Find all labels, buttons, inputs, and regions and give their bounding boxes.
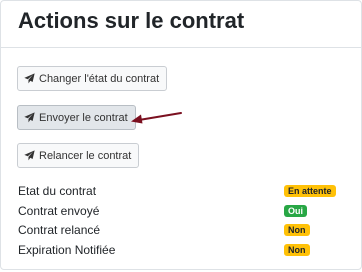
remind-contract-button[interactable]: Relancer le contrat [17, 143, 140, 168]
status-label: Contrat envoyé [18, 203, 100, 218]
paper-plane-icon [24, 112, 35, 123]
status-badge: Non [284, 224, 310, 236]
send-contract-button[interactable]: Envoyer le contrat [17, 105, 136, 130]
annotation-arrow-icon [131, 112, 182, 124]
status-badge: Oui [284, 204, 307, 217]
send-contract-label: Envoyer le contrat [39, 111, 128, 124]
card-header: Actions sur le contrat [1, 1, 361, 48]
remind-contract-label: Relancer le contrat [39, 149, 132, 162]
paper-plane-icon [24, 150, 35, 161]
status-label: Expiration Notifiée [18, 242, 116, 257]
status-badge: Non [284, 243, 310, 256]
status-row-expiration-notified: Expiration Notifiée Non [18, 242, 343, 262]
contract-status-list: Etat du contrat En attente Contrat envoy… [18, 183, 343, 261]
card-title: Actions sur le contrat [18, 8, 245, 33]
status-row-contract-sent: Contrat envoyé Oui [18, 203, 343, 223]
status-label: Contrat relancé [18, 223, 101, 237]
paper-plane-icon [24, 73, 35, 84]
change-contract-state-label: Changer l'état du contrat [39, 72, 160, 85]
status-badge: En attente [284, 185, 336, 197]
contract-actions-card: Actions sur le contrat Changer l'état du… [0, 0, 362, 270]
status-label: Etat du contrat [18, 184, 97, 198]
status-row-contract-state: Etat du contrat En attente [18, 183, 343, 203]
change-contract-state-button[interactable]: Changer l'état du contrat [17, 66, 168, 91]
status-row-contract-reminded: Contrat relancé Non [18, 222, 343, 242]
